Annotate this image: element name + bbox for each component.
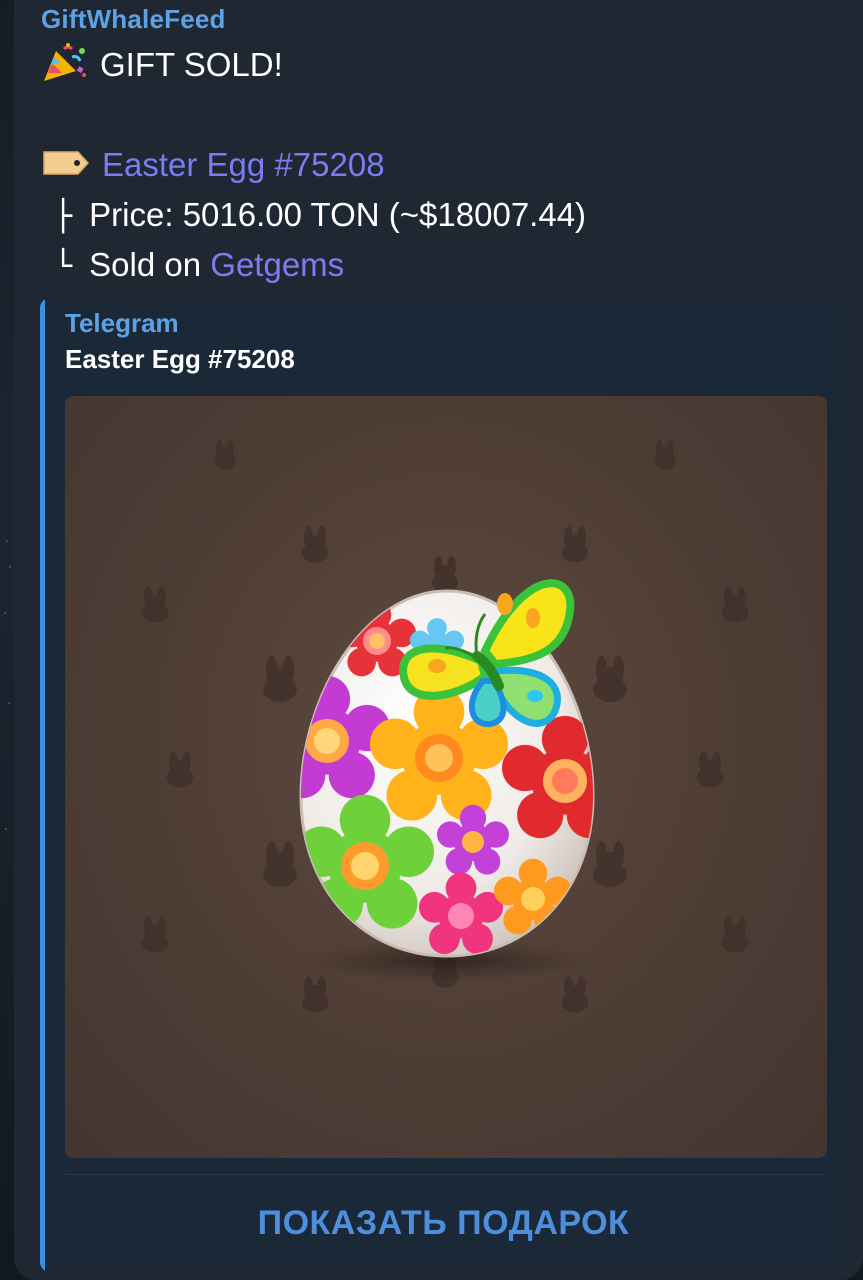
marketplace-link[interactable]: Getgems [210,246,344,283]
preview-site-name: Telegram [65,308,179,338]
item-link[interactable]: Easter Egg #75208 [102,146,385,183]
tree-branch-end: └ [54,249,73,284]
link-preview-card[interactable]: Telegram Easter Egg #75208 ПОКАЗАТЬ ПОДА… [40,298,842,1272]
sender-name[interactable]: GiftWhaleFeed [41,4,226,35]
preview-divider [65,1174,825,1175]
preview-accent-bar [40,298,45,1272]
price-line: ├ Price: 5016.00 TON (~$18007.44) [54,196,586,234]
party-popper-icon [42,43,88,83]
tree-branch: ├ [54,199,73,234]
price-value: 5016.00 TON (~$18007.44) [182,196,587,233]
easter-egg-gift-image[interactable] [65,396,827,1158]
sold-line: └ Sold on Getgems [54,246,344,284]
easter-egg-illustration [141,439,749,1013]
item-line: Easter Egg #75208 [42,146,385,184]
label-tag-icon [42,148,90,178]
message-title: GIFT SOLD! [100,46,283,83]
price-label: Price: [89,196,174,233]
show-gift-button[interactable]: ПОКАЗАТЬ ПОДАРОК [45,1178,842,1268]
preview-title: Easter Egg #75208 [65,344,295,374]
message-title-line: GIFT SOLD! [42,43,283,87]
sold-label: Sold on [89,246,202,283]
